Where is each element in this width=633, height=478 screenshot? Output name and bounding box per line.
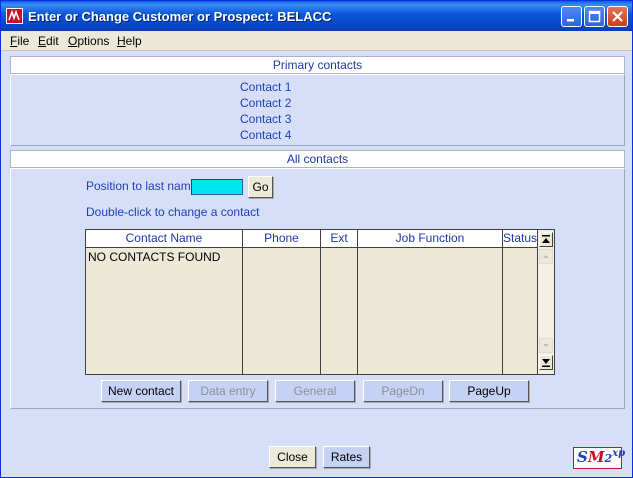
menu-bar: File Edit Options Help [1, 31, 632, 51]
minimize-icon [567, 19, 574, 22]
primary-contacts-panel: Contact 1 Contact 2 Contact 3 Contact 4 [10, 74, 625, 146]
scroll-top-button[interactable] [539, 232, 553, 247]
scroll-bottom-button[interactable] [539, 355, 553, 370]
close-window-button[interactable] [607, 6, 628, 27]
no-contacts-message: NO CONTACTS FOUND [88, 250, 221, 264]
menu-options[interactable]: Options [68, 34, 109, 48]
column-job-function[interactable]: Job Function [358, 230, 503, 247]
menu-file[interactable]: File [10, 34, 29, 48]
grid-header: Contact Name Phone Ext Job Function Stat… [86, 230, 537, 248]
column-ext[interactable]: Ext [321, 230, 358, 247]
last-name-input[interactable] [191, 179, 243, 195]
column-contact-name[interactable]: Contact Name [86, 230, 243, 247]
col-job-function-body [358, 248, 503, 374]
primary-contact-4[interactable]: Contact 4 [240, 128, 291, 142]
minimize-button[interactable] [561, 6, 582, 27]
go-button[interactable]: Go [248, 176, 273, 198]
maximize-icon [588, 10, 601, 23]
scroll-bottom-icon [542, 359, 550, 367]
primary-contact-2[interactable]: Contact 2 [240, 96, 291, 110]
close-icon [612, 11, 623, 22]
col-ext-body [321, 248, 358, 374]
sm2xp-logo-text: SM2xp [577, 448, 626, 466]
title-bar[interactable]: Enter or Change Customer or Prospect: BE… [1, 1, 632, 31]
menu-help[interactable]: Help [117, 34, 142, 48]
close-button[interactable]: Close [269, 446, 316, 468]
double-click-hint: Double-click to change a contact [86, 205, 260, 219]
all-contacts-header: All contacts [10, 150, 625, 168]
scroll-down-icon [543, 344, 549, 347]
general-button[interactable]: General [275, 380, 355, 402]
column-status[interactable]: Status [503, 230, 537, 247]
contacts-grid[interactable]: Contact Name Phone Ext Job Function Stat… [85, 229, 555, 375]
primary-contact-3[interactable]: Contact 3 [240, 112, 291, 126]
col-contact-name-body [86, 248, 243, 374]
scroll-up-button[interactable] [539, 249, 553, 264]
new-contact-button[interactable]: New contact [101, 380, 181, 402]
menu-edit[interactable]: Edit [38, 34, 59, 48]
position-label: Position to last name [86, 179, 198, 193]
app-icon[interactable] [6, 8, 23, 24]
page-up-button[interactable]: PageUp [449, 380, 529, 402]
client-area: Primary contacts Contact 1 Contact 2 Con… [6, 52, 627, 472]
app-window: Enter or Change Customer or Prospect: BE… [0, 0, 633, 478]
window-title: Enter or Change Customer or Prospect: BE… [28, 9, 332, 24]
grid-scrollbar[interactable] [537, 230, 554, 374]
data-entry-button[interactable]: Data entry [188, 380, 268, 402]
primary-contact-1[interactable]: Contact 1 [240, 80, 291, 94]
scroll-up-icon [543, 255, 549, 258]
col-phone-body [243, 248, 321, 374]
column-phone[interactable]: Phone [243, 230, 321, 247]
rates-button[interactable]: Rates [323, 446, 370, 468]
maximize-button[interactable] [584, 6, 605, 27]
page-down-button[interactable]: PageDn [363, 380, 443, 402]
primary-contacts-header: Primary contacts [10, 56, 625, 74]
sm2xp-logo: SM2xp [573, 447, 626, 469]
scroll-top-icon [542, 235, 550, 243]
scroll-down-button[interactable] [539, 338, 553, 353]
